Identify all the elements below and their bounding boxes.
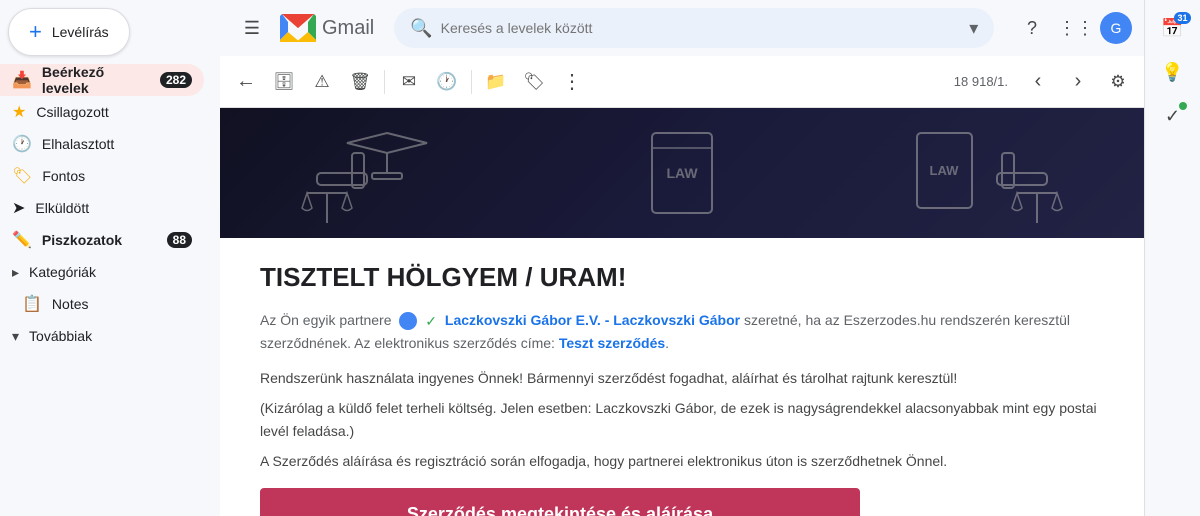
inbox-badge: 282 — [160, 72, 192, 88]
sender-avatar — [399, 312, 417, 330]
delete-button[interactable]: 🗑 — [342, 64, 378, 100]
more-options-button[interactable]: ⋮ — [554, 64, 590, 100]
contract-link[interactable]: Teszt szerződés — [559, 335, 665, 351]
hamburger-menu[interactable]: ☰ — [232, 8, 272, 48]
sidebar-item-notes[interactable]: 📋 Notes — [0, 288, 204, 320]
email-intro: Az Ön egyik partnere ✓ Laczkovszki Gábor… — [260, 309, 1104, 355]
search-bar[interactable]: 🔍 ▾ — [394, 8, 994, 48]
keep-panel-button[interactable]: 💡 — [1153, 52, 1193, 92]
toolbar-right: 18 918/1. ‹ › ⚙ — [946, 64, 1136, 100]
archive-button[interactable]: 🗄 — [266, 64, 302, 100]
drafts-badge: 88 — [167, 232, 192, 248]
categories-label: Kategóriák — [29, 264, 96, 280]
tasks-badge — [1179, 102, 1187, 110]
move-to-button[interactable]: 📁 — [478, 64, 514, 100]
settings-button[interactable]: ⚙ — [1100, 64, 1136, 100]
notes-icon: 📋 — [22, 294, 42, 314]
intro-part1: Az Ön egyik partnere — [260, 312, 392, 328]
sent-label: Elküldött — [35, 200, 192, 216]
right-panel: 📅 31 💡 ✓ — [1144, 0, 1200, 516]
account-avatar[interactable]: G — [1100, 12, 1132, 44]
apps-button[interactable]: ⋮⋮ — [1056, 8, 1096, 48]
email-body: TISZTELT HÖLGYEM / URAM! Az Ön egyik par… — [220, 238, 1144, 516]
search-icon: 🔍 — [410, 18, 432, 39]
tasks-panel-button[interactable]: ✓ — [1153, 96, 1193, 136]
snooze-button[interactable]: 🕐 — [429, 64, 465, 100]
mark-unread-button[interactable]: ✉ — [391, 64, 427, 100]
back-button[interactable]: ← — [228, 64, 264, 100]
next-email-button[interactable]: › — [1060, 64, 1096, 100]
sidebar-item-drafts[interactable]: ✏️ Piszkozatok 88 — [0, 224, 204, 256]
email-banner: LAW LAW — [220, 108, 1144, 238]
sent-icon: ➤ — [12, 198, 25, 218]
search-input[interactable] — [441, 20, 962, 36]
compose-button[interactable]: + Levélírás — [8, 8, 130, 56]
inbox-label: Beérkező levelek — [42, 64, 150, 96]
toolbar-divider-1 — [384, 70, 385, 94]
banner-center-drawing: LAW — [632, 113, 732, 233]
label-button[interactable]: 🏷 — [516, 64, 552, 100]
inbox-icon: 📥 — [12, 70, 32, 90]
gmail-icon — [280, 14, 316, 42]
drafts-label: Piszkozatok — [42, 232, 157, 248]
email-para2: (Kizárólag a küldő felet terheli költség… — [260, 397, 1104, 442]
prev-email-button[interactable]: ‹ — [1020, 64, 1056, 100]
drafts-icon: ✏️ — [12, 230, 32, 250]
expand-categories-icon: ▸ — [12, 264, 19, 281]
snoozed-icon: 🕐 — [12, 134, 32, 154]
sidebar-item-sent[interactable]: ➤ Elküldött — [0, 192, 204, 224]
page-info: 18 918/1. — [946, 74, 1016, 89]
compose-plus-icon: + — [29, 21, 42, 43]
banner-right-drawings: LAW — [887, 113, 1067, 233]
search-dropdown-icon[interactable]: ▾ — [969, 18, 978, 39]
sidebar-nav: 📥 Beérkező levelek 282 ★ Csillagozott 🕐 … — [0, 64, 220, 352]
email-para1: Rendszerünk használata ingyenes Önnek! B… — [260, 367, 1104, 389]
sidebar-item-categories[interactable]: ▸ Kategóriák — [0, 256, 204, 288]
cta-button[interactable]: Szerződés megtekintése és aláírása — [260, 488, 860, 516]
report-spam-button[interactable]: ⚠ — [304, 64, 340, 100]
email-para3: A Szerződés aláírása és regisztráció sor… — [260, 450, 1104, 472]
sidebar-item-snoozed[interactable]: 🕐 Elhalasztott — [0, 128, 204, 160]
banner-left-drawings — [297, 113, 477, 233]
email-toolbar: ← 🗄 ⚠ 🗑 ✉ 🕐 📁 🏷 ⋮ 18 918/1. ‹ › ⚙ — [220, 56, 1144, 108]
important-icon: 🏷 — [12, 166, 32, 186]
sidebar-item-important[interactable]: 🏷 Fontos — [0, 160, 204, 192]
sidebar-item-starred[interactable]: ★ Csillagozott — [0, 96, 204, 128]
expand-more-icon: ▾ — [12, 328, 19, 345]
verified-icon: ✓ — [425, 313, 437, 329]
starred-icon: ★ — [12, 102, 26, 122]
notes-label: Notes — [52, 296, 89, 312]
email-title: TISZTELT HÖLGYEM / URAM! — [260, 262, 1104, 293]
help-button[interactable]: ? — [1012, 8, 1052, 48]
gmail-text-label: Gmail — [322, 17, 374, 40]
sender-link[interactable]: Laczkovszki Gábor E.V. - Laczkovszki Gáb… — [445, 312, 740, 328]
calendar-panel-button[interactable]: 📅 31 — [1153, 8, 1193, 48]
svg-text:LAW: LAW — [929, 163, 959, 178]
email-content: LAW LAW TISZTELT HÖLGYEM / URAM! — [220, 108, 1144, 516]
sidebar-item-more[interactable]: ▾ Továbbiak — [0, 320, 204, 352]
sidebar-item-inbox[interactable]: 📥 Beérkező levelek 282 — [0, 64, 204, 96]
svg-text:LAW: LAW — [666, 165, 698, 181]
more-label: Továbbiak — [29, 328, 92, 344]
snoozed-label: Elhalasztott — [42, 136, 192, 152]
calendar-badge: 31 — [1174, 12, 1190, 24]
compose-label: Levélírás — [52, 24, 109, 40]
gmail-logo: Gmail — [280, 14, 374, 42]
top-bar: ☰ Gmail 🔍 ▾ ? ⋮⋮ G — [220, 0, 1144, 56]
top-right-icons: ? ⋮⋮ G — [1012, 8, 1132, 48]
important-label: Fontos — [42, 168, 192, 184]
toolbar-divider-2 — [471, 70, 472, 94]
starred-label: Csillagozott — [36, 104, 192, 120]
